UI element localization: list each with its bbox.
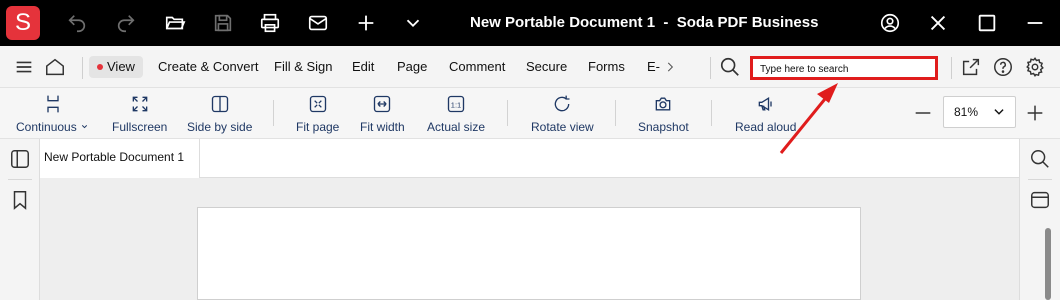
menu-forms[interactable]: Forms (588, 56, 625, 78)
search-icon[interactable] (717, 54, 743, 80)
fit-width-label: Fit width (360, 120, 405, 134)
snapshot-button[interactable]: Snapshot (638, 88, 689, 139)
menu-edit[interactable]: Edit (352, 56, 374, 78)
chevron-down-icon (994, 109, 1004, 115)
print-icon[interactable] (255, 8, 285, 38)
close-icon[interactable] (1020, 8, 1050, 38)
search-panel-icon[interactable] (1025, 144, 1055, 174)
rotate-view-label: Rotate view (531, 120, 594, 134)
help-icon[interactable] (990, 54, 1016, 80)
read-aloud-button[interactable]: Read aloud (735, 88, 796, 139)
panel-toggle-icon[interactable] (5, 144, 35, 174)
continuous-label: Continuous (16, 120, 89, 134)
fit-page-button[interactable]: Fit page (296, 88, 339, 139)
account-icon[interactable] (875, 8, 905, 38)
camera-icon (652, 93, 674, 115)
properties-panel-icon[interactable] (1025, 185, 1055, 215)
menu-fill-sign[interactable]: Fill & Sign (274, 56, 333, 78)
fullscreen-label: Fullscreen (112, 120, 168, 134)
redo-icon[interactable] (111, 8, 141, 38)
mail-icon[interactable] (303, 8, 333, 38)
toolbar-divider (273, 100, 274, 126)
menu-comment[interactable]: Comment (449, 56, 505, 78)
open-folder-icon[interactable] (160, 8, 190, 38)
toolbar-divider (507, 100, 508, 126)
menu-divider (951, 57, 952, 79)
pdf-page[interactable] (197, 207, 861, 300)
actual-size-button[interactable]: 1:1 Actual size (427, 88, 485, 139)
zoom-value: 81% (954, 105, 979, 119)
fit-page-icon (307, 93, 329, 115)
fit-width-button[interactable]: Fit width (360, 88, 405, 139)
side-by-side-label: Side by side (187, 120, 253, 134)
logo-letter: S (14, 9, 31, 36)
fullscreen-icon (129, 93, 151, 115)
menu-page[interactable]: Page (397, 56, 427, 78)
bookmark-icon[interactable] (5, 185, 35, 215)
megaphone-icon (755, 93, 777, 115)
zoom-level-select[interactable]: 81% (943, 96, 1016, 128)
search-input[interactable] (753, 60, 935, 79)
chevron-right-icon[interactable] (657, 54, 683, 80)
home-icon[interactable] (42, 54, 68, 80)
side-by-side-icon (209, 93, 231, 115)
rotate-view-button[interactable]: Rotate view (531, 88, 594, 139)
rail-divider (8, 179, 32, 180)
vertical-scrollbar[interactable] (1045, 228, 1051, 300)
active-dot (97, 63, 103, 70)
actual-size-icon: 1:1 (445, 93, 467, 115)
continuous-icon (42, 93, 64, 115)
menu-secure[interactable]: Secure (526, 56, 567, 78)
undo-icon[interactable] (62, 8, 92, 38)
toolbar-divider (615, 100, 616, 126)
zoom-in-icon[interactable] (1020, 98, 1050, 128)
window-title: New Portable Document 1 - Soda PDF Busin… (470, 14, 819, 31)
read-aloud-label: Read aloud (735, 120, 797, 134)
share-icon[interactable] (958, 54, 984, 80)
menu-view-label: View (107, 59, 135, 74)
toolbar-divider (711, 100, 712, 126)
add-icon[interactable] (351, 8, 381, 38)
rotate-view-icon (551, 93, 573, 115)
side-by-side-button[interactable]: Side by side (187, 88, 252, 139)
chevron-down-icon (81, 125, 88, 129)
menu-create-convert[interactable]: Create & Convert (158, 56, 258, 78)
fit-width-icon (371, 93, 393, 115)
left-panel-rail (0, 139, 40, 300)
actual-size-label: Actual size (427, 120, 486, 134)
menu-divider (82, 57, 83, 79)
continuous-button[interactable]: Continuous (16, 88, 89, 139)
view-toolbar: Continuous Fullscreen Side by side Fit p… (0, 88, 1060, 139)
actual-size-icon-text: 1:1 (451, 100, 461, 109)
fit-page-label: Fit page (296, 120, 340, 134)
search-field[interactable] (750, 56, 938, 80)
fullscreen-button[interactable]: Fullscreen (112, 88, 167, 139)
zoom-out-icon[interactable] (908, 98, 938, 128)
title-bar: S New Portable Document 1 - Soda PDF Bus… (0, 0, 1060, 46)
chevron-down-icon[interactable] (398, 8, 428, 38)
save-icon[interactable] (208, 8, 238, 38)
tab-strip (200, 139, 1019, 178)
right-panel-rail (1019, 139, 1060, 300)
hamburger-menu-icon[interactable] (11, 54, 37, 80)
minimize-icon[interactable] (923, 8, 953, 38)
settings-gear-icon[interactable] (1022, 54, 1048, 80)
menu-view[interactable]: View (89, 56, 143, 78)
maximize-icon[interactable] (972, 8, 1002, 38)
menu-divider (710, 57, 711, 79)
snapshot-label: Snapshot (638, 120, 689, 134)
soda-pdf-logo[interactable]: S (6, 6, 40, 40)
rail-divider (1028, 179, 1052, 180)
document-tab[interactable]: New Portable Document 1 (40, 139, 200, 178)
